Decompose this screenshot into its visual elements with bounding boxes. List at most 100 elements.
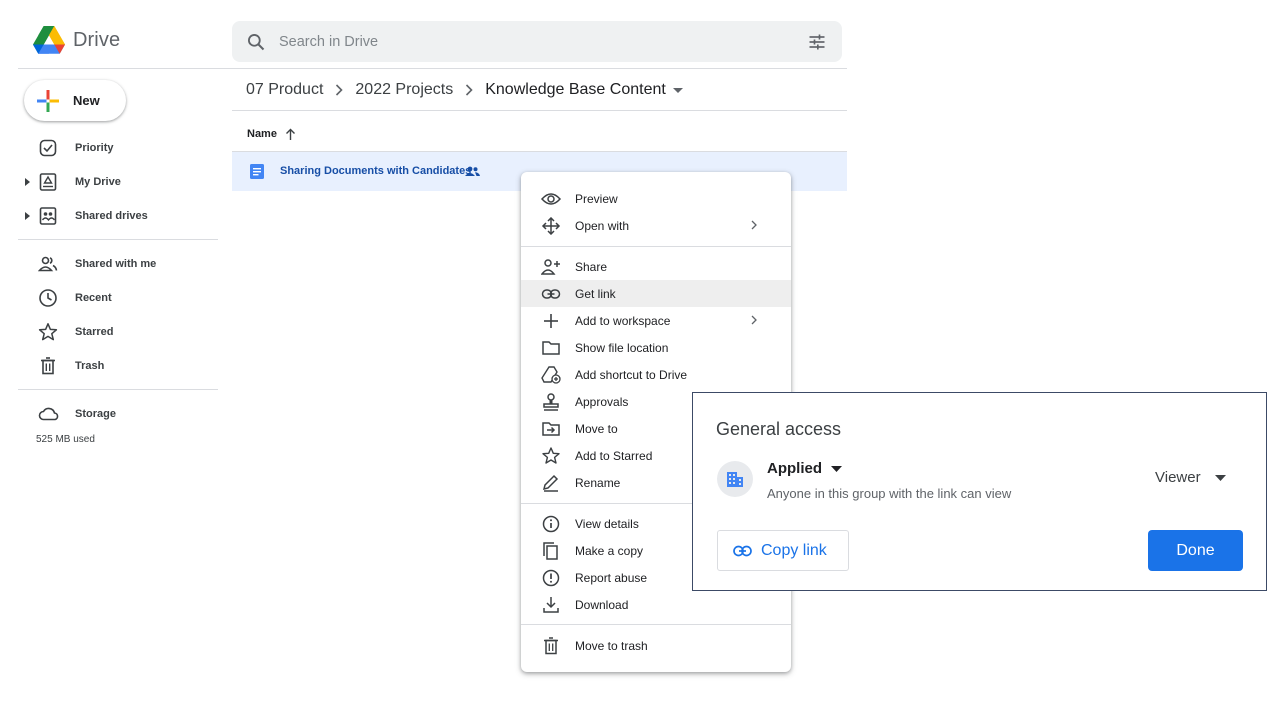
cloud-icon	[38, 407, 59, 421]
storage-used: 525 MB used	[36, 434, 95, 445]
building-icon	[727, 472, 743, 487]
plus-icon	[37, 89, 59, 112]
menu-item-get-link[interactable]: Get link	[521, 280, 791, 307]
sort-arrow-up-icon[interactable]	[285, 128, 296, 140]
sidebar-divider	[18, 389, 218, 390]
menu-item-preview[interactable]: Preview	[521, 185, 791, 212]
google-docs-icon	[250, 164, 264, 179]
menu-item-label: Get link	[575, 287, 616, 301]
approvals-icon	[543, 393, 559, 411]
menu-item-add-shortcut[interactable]: Add shortcut to Drive	[521, 361, 791, 388]
sidebar-item-my-drive[interactable]: My Drive	[24, 169, 214, 195]
chevron-right-icon	[336, 84, 344, 96]
folder-icon	[542, 341, 560, 355]
sidebar-item-label: Shared with me	[75, 258, 157, 270]
group-access-dropdown[interactable]: Applied	[767, 460, 842, 477]
search-icon[interactable]	[246, 32, 266, 52]
open-with-icon	[541, 217, 561, 235]
sidebar-item-label: Shared drives	[75, 210, 148, 222]
add-shortcut-icon	[541, 366, 561, 384]
sidebar-item-trash[interactable]: Trash	[24, 353, 214, 379]
breadcrumb-item[interactable]: 2022 Projects	[355, 81, 453, 99]
menu-item-label: Open with	[575, 219, 630, 233]
sidebar-item-shared-with-me[interactable]: Shared with me	[24, 251, 214, 277]
menu-item-label: Preview	[575, 192, 618, 206]
sidebar-item-priority[interactable]: Priority	[24, 135, 214, 161]
copy-link-button[interactable]: Copy link	[717, 530, 849, 571]
menu-item-show-file-location[interactable]: Show file location	[521, 334, 791, 361]
menu-item-label: Rename	[575, 476, 621, 490]
menu-item-label: View details	[575, 517, 639, 531]
sidebar-item-label: My Drive	[75, 176, 121, 188]
menu-divider	[521, 624, 791, 625]
search-input[interactable]	[279, 29, 779, 55]
role-dropdown[interactable]: Viewer	[1155, 469, 1226, 486]
sidebar-item-recent[interactable]: Recent	[24, 285, 214, 311]
breadcrumb-current[interactable]: Knowledge Base Content	[485, 81, 666, 99]
copy-link-label: Copy link	[761, 541, 827, 559]
menu-item-open-with[interactable]: Open with	[521, 212, 791, 239]
menu-item-add-to-workspace[interactable]: Add to workspace	[521, 307, 791, 334]
sidebar-item-label: Storage	[75, 408, 116, 420]
person-add-icon	[541, 259, 560, 275]
header-divider	[18, 68, 847, 69]
shared-drives-icon	[39, 207, 57, 225]
caret-down-icon	[831, 465, 842, 472]
menu-item-download[interactable]: Download	[521, 591, 791, 618]
breadcrumb-item[interactable]: 07 Product	[246, 81, 323, 99]
menu-item-label: Share	[575, 260, 608, 274]
menu-item-share[interactable]: Share	[521, 253, 791, 280]
sidebar-item-label: Recent	[75, 292, 112, 304]
eye-icon	[541, 193, 561, 205]
info-icon	[542, 515, 560, 533]
caret-down-icon[interactable]	[672, 88, 683, 94]
people-icon	[38, 256, 58, 272]
menu-item-label: Download	[575, 598, 629, 612]
menu-divider	[521, 246, 791, 247]
expand-arrow-icon[interactable]	[24, 212, 32, 220]
download-icon	[543, 597, 559, 613]
drive-logo[interactable]: Drive	[33, 26, 120, 54]
role-label: Viewer	[1155, 469, 1201, 486]
menu-item-label: Show file location	[575, 341, 669, 355]
link-icon	[733, 545, 752, 556]
group-avatar	[717, 461, 753, 497]
pencil-icon	[542, 474, 559, 492]
expand-arrow-icon[interactable]	[24, 178, 32, 186]
file-name: Sharing Documents with Candidates	[280, 165, 472, 177]
name-column-header[interactable]: Name	[247, 128, 296, 140]
sidebar-item-starred[interactable]: Starred	[24, 319, 214, 345]
done-button[interactable]: Done	[1148, 530, 1243, 571]
star-icon	[38, 323, 58, 341]
sidebar-item-storage[interactable]: Storage	[24, 401, 214, 427]
group-name: Applied	[767, 460, 822, 477]
menu-item-label: Add to Starred	[575, 449, 653, 463]
new-button[interactable]: New	[24, 80, 126, 121]
menu-item-label: Add to workspace	[575, 314, 671, 328]
menu-item-label: Make a copy	[575, 544, 644, 558]
general-access-title: General access	[716, 419, 842, 439]
link-icon	[541, 289, 561, 299]
sidebar-item-label: Trash	[75, 360, 105, 372]
menu-item-label: Move to trash	[575, 639, 648, 653]
report-icon	[542, 569, 560, 587]
access-description: Anyone in this group with the link can v…	[767, 486, 1012, 501]
sidebar-item-label: Priority	[75, 142, 114, 154]
chevron-right-icon	[466, 84, 473, 96]
menu-item-label: Move to	[575, 422, 618, 436]
trash-icon	[544, 637, 558, 655]
search-bar[interactable]	[232, 21, 842, 62]
breadcrumb: 07 Product 2022 Projects Knowledge Base …	[246, 80, 683, 100]
chevron-right-icon	[751, 220, 757, 230]
caret-down-icon	[1214, 474, 1226, 481]
drive-logo-icon	[33, 26, 65, 54]
new-button-label: New	[73, 93, 100, 108]
move-to-icon	[542, 422, 560, 436]
menu-item-move-to-trash[interactable]: Move to trash	[521, 632, 791, 659]
sidebar-item-shared-drives[interactable]: Shared drives	[24, 203, 214, 229]
search-options-icon[interactable]	[807, 32, 827, 52]
my-drive-icon	[39, 173, 57, 191]
menu-item-label: Report abuse	[575, 571, 648, 585]
copy-icon	[543, 542, 558, 560]
menu-item-label: Add shortcut to Drive	[575, 368, 688, 382]
